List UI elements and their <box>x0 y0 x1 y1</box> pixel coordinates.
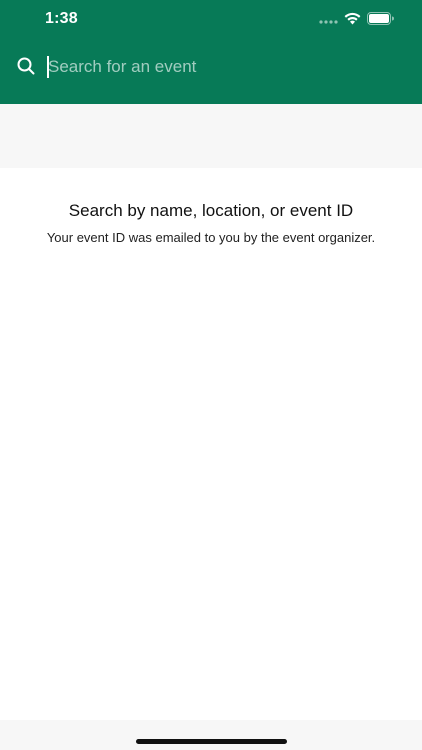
screen: 1:38 Search for an event Search by name,… <box>0 0 422 750</box>
battery-icon <box>367 12 394 25</box>
empty-state: Search by name, location, or event ID Yo… <box>30 200 392 246</box>
status-time: 1:38 <box>45 10 78 27</box>
bottom-bar <box>0 720 422 750</box>
signal-icon <box>319 20 338 24</box>
text-cursor <box>47 56 49 78</box>
wifi-icon <box>344 12 361 25</box>
search-bar[interactable] <box>0 46 422 86</box>
app-header: 1:38 <box>0 0 422 104</box>
empty-state-title: Search by name, location, or event ID <box>68 201 354 220</box>
search-icon[interactable] <box>17 57 35 75</box>
home-indicator[interactable] <box>136 739 287 744</box>
empty-state-subtitle: Your event ID was emailed to you by the … <box>46 230 376 245</box>
status-bar: 1:38 <box>0 0 422 40</box>
search-input[interactable] <box>46 52 406 82</box>
filter-area <box>0 104 422 168</box>
